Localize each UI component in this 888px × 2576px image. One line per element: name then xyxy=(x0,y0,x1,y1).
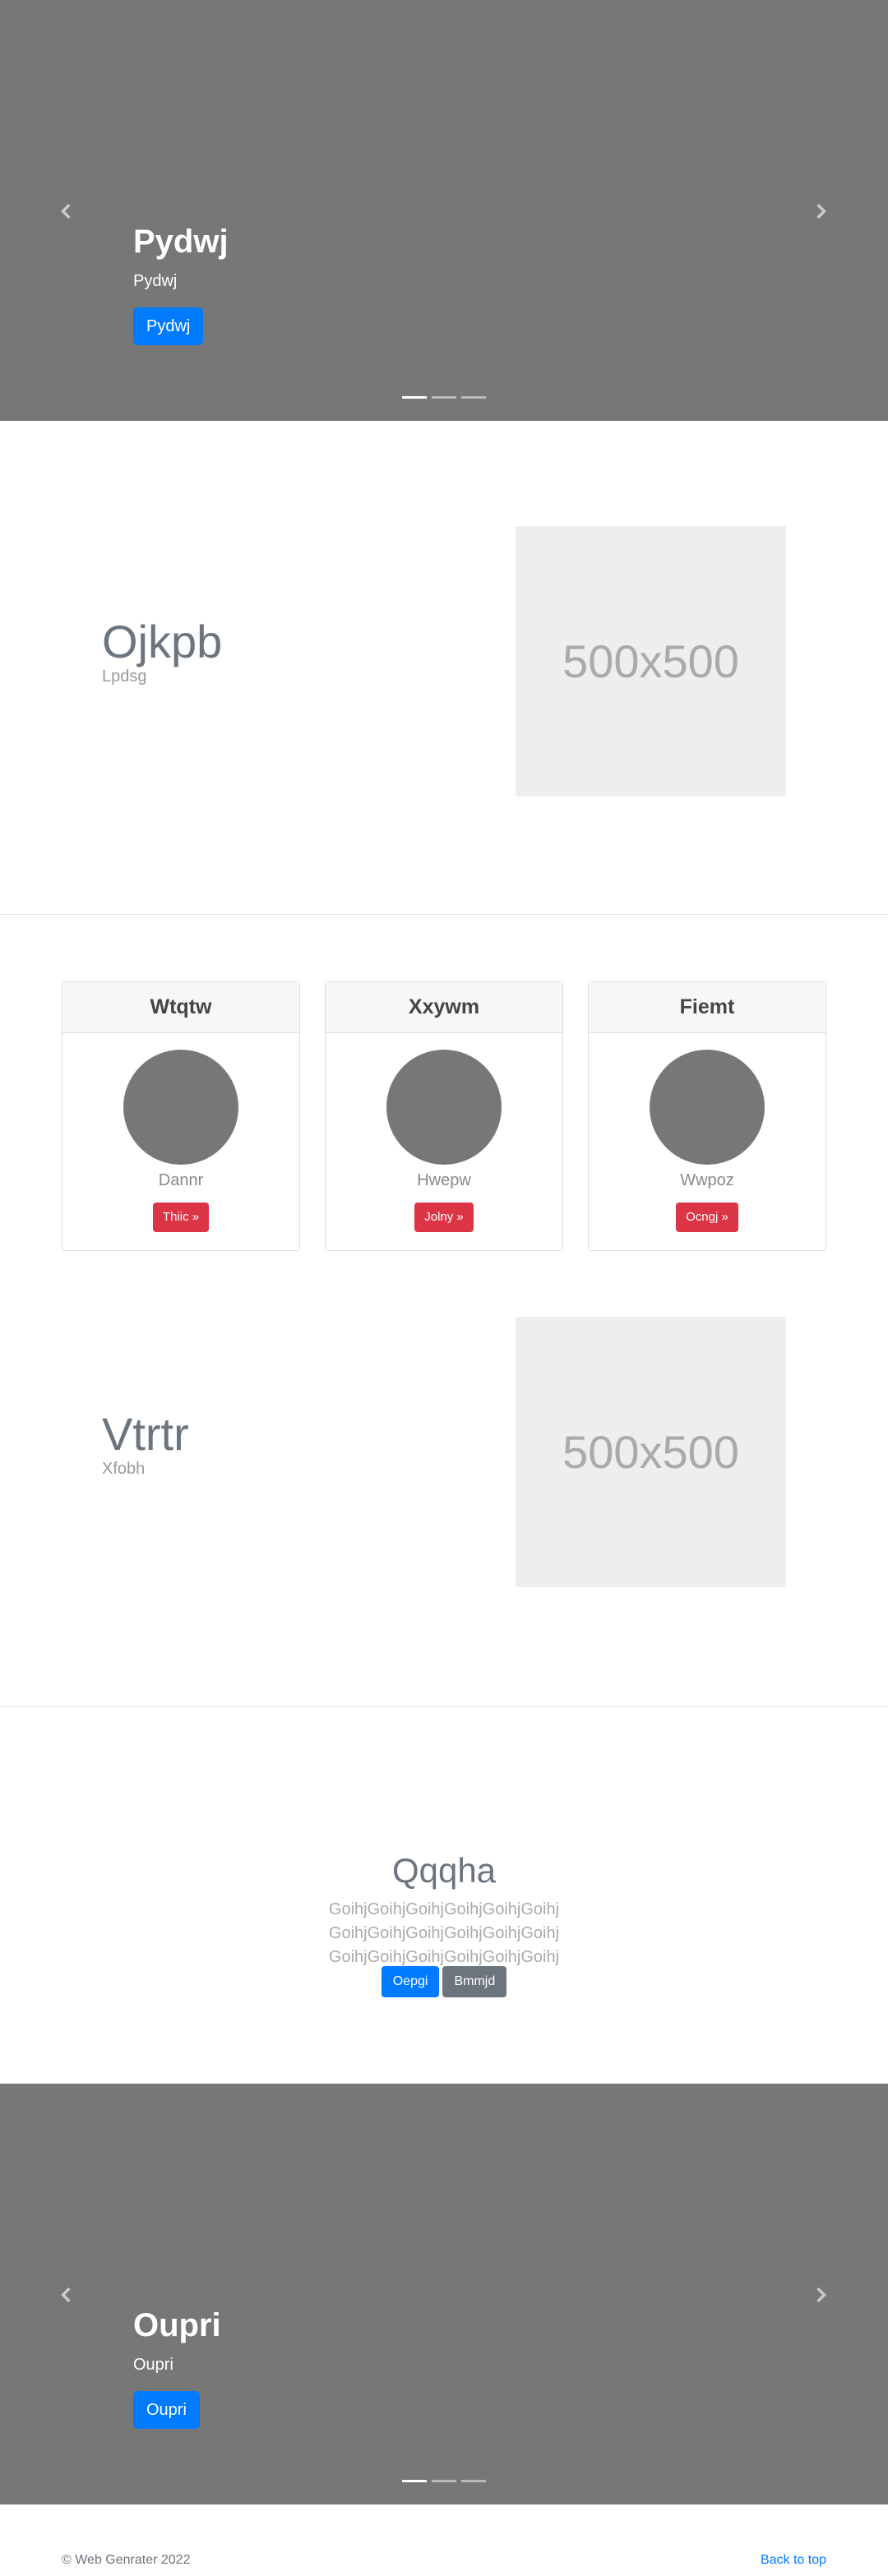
featurette-text: Vtrtr Xfobh xyxy=(102,1409,189,1479)
card-button[interactable]: Ocngj » xyxy=(676,1203,738,1232)
card-button[interactable]: Jolny » xyxy=(414,1203,474,1232)
card-header: Wtqtw xyxy=(62,982,299,1033)
chevron-right-icon xyxy=(816,2287,826,2302)
card-2: Xxywm Hwepw Jolny » xyxy=(325,981,563,1251)
section-divider xyxy=(0,914,888,915)
card-header: Xxywm xyxy=(326,982,562,1033)
card-name: Dannr xyxy=(158,1171,204,1189)
carousel-indicator-3[interactable] xyxy=(461,2480,486,2482)
card-header: Fiemt xyxy=(589,982,826,1033)
card-3: Fiemt Wwpoz Ocngj » xyxy=(588,981,826,1251)
carousel-caption: Oupri Oupri Oupri xyxy=(133,2306,221,2429)
avatar xyxy=(386,1050,502,1165)
carousel-subtitle: Pydwj xyxy=(133,272,178,290)
carousel-indicators xyxy=(402,396,486,399)
hero-carousel-top: Pydwj Pydwj Pydwj xyxy=(0,0,888,421)
carousel-prev-button[interactable] xyxy=(52,2280,81,2310)
featurette-image: 500x500 xyxy=(516,526,786,796)
featurette-subtext: Xfobh xyxy=(102,1460,146,1478)
carousel-caption: Pydwj Pydwj Pydwj xyxy=(133,222,229,345)
back-to-top-link[interactable]: Back to top xyxy=(761,2553,826,2568)
avatar xyxy=(123,1050,238,1165)
carousel-title: Oupri xyxy=(133,2307,221,2343)
featurette-2: Vtrtr Xfobh 500x500 xyxy=(0,1263,888,1706)
jumbotron-heading: Qqqha xyxy=(391,1851,497,1890)
carousel-indicator-1[interactable] xyxy=(402,396,427,399)
card-1: Wtqtw Dannr Thiic » xyxy=(62,981,300,1251)
carousel-cta-button[interactable]: Pydwj xyxy=(133,307,204,345)
carousel-indicators xyxy=(402,2480,486,2482)
jumbotron-buttons: Oepgi Bmmjd xyxy=(0,1966,888,1997)
carousel-next-button[interactable] xyxy=(806,2280,835,2310)
avatar xyxy=(650,1050,765,1165)
card-name: Wwpoz xyxy=(680,1171,734,1189)
carousel-next-button[interactable] xyxy=(806,196,835,226)
carousel-indicator-3[interactable] xyxy=(461,396,486,399)
jumbotron-section: Qqqha GoihjGoihjGoihjGoihjGoihjGoihj Goi… xyxy=(0,1707,888,2084)
featurette-text: Ojkpb Lpdsg xyxy=(102,616,222,686)
hero-carousel-bottom: Oupri Oupri Oupri xyxy=(0,2084,888,2504)
featurette-subtext: Lpdsg xyxy=(102,667,147,686)
featurette-image: 500x500 xyxy=(516,1317,786,1587)
page-footer: © Web Genrater 2022 Back to top xyxy=(0,2548,888,2576)
carousel-title: Pydwj xyxy=(133,224,229,260)
card-name: Hwepw xyxy=(417,1171,471,1189)
carousel-prev-button[interactable] xyxy=(52,196,81,226)
card-button[interactable]: Thiic » xyxy=(152,1203,210,1232)
jumbotron-lead: GoihjGoihjGoihjGoihjGoihjGoihj GoihjGoih… xyxy=(328,1900,560,1966)
featurette-heading: Vtrtr xyxy=(102,1408,189,1460)
chevron-left-icon xyxy=(61,2287,71,2302)
secondary-button[interactable]: Bmmjd xyxy=(442,1966,507,1997)
chevron-left-icon xyxy=(61,204,71,219)
chevron-right-icon xyxy=(816,204,826,219)
carousel-indicator-2[interactable] xyxy=(432,396,456,399)
carousel-cta-button[interactable]: Oupri xyxy=(133,2391,200,2429)
featurette-1: Ojkpb Lpdsg 500x500 xyxy=(0,421,888,914)
footer-copyright: © Web Genrater 2022 xyxy=(62,2553,191,2567)
carousel-subtitle: Oupri xyxy=(133,2356,173,2374)
primary-button[interactable]: Oepgi xyxy=(381,1966,440,1997)
carousel-indicator-1[interactable] xyxy=(402,2480,427,2482)
featurette-heading: Ojkpb xyxy=(102,616,223,667)
carousel-indicator-2[interactable] xyxy=(432,2480,456,2482)
